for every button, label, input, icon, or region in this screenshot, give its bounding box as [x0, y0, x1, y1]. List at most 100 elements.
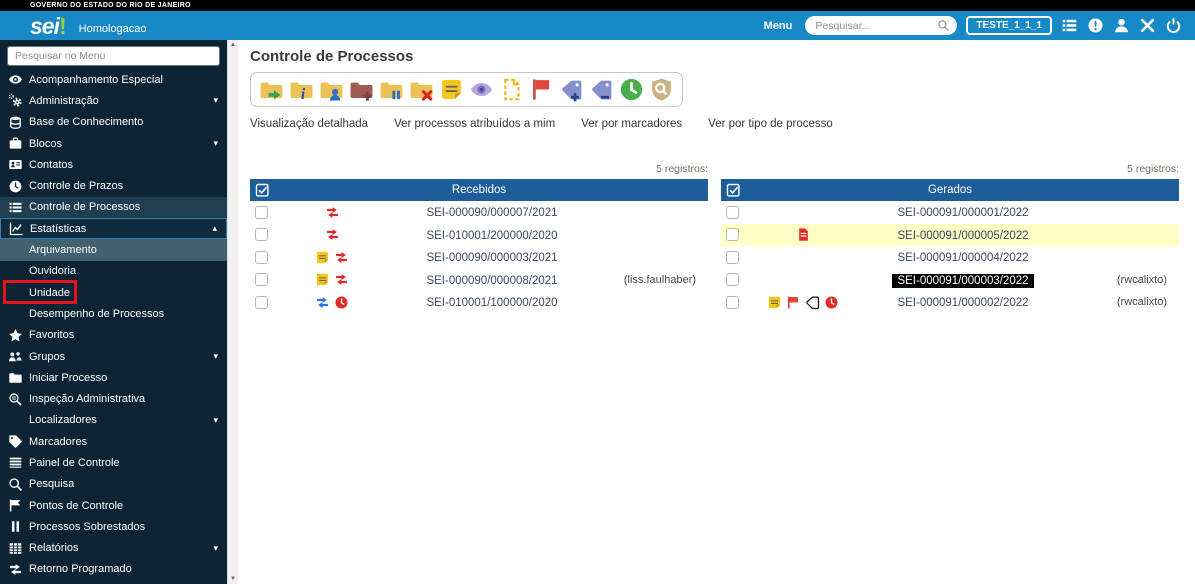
process-link[interactable]: SEI-000090/000008/2021	[426, 275, 557, 287]
sidebar-item-pesquisa[interactable]: Pesquisa	[0, 474, 227, 495]
process-link[interactable]: SEI-000091/000003/2022	[892, 273, 1034, 288]
sidebar-scrollbar[interactable]: ▲ ▼	[227, 40, 238, 584]
red-return-icon[interactable]	[334, 250, 349, 265]
red-flag-icon[interactable]	[786, 295, 801, 310]
sidebar-item-contatos[interactable]: Contatos	[0, 154, 227, 175]
inspection-shield-button[interactable]	[648, 76, 675, 103]
sidebar-item-favoritos[interactable]: Favoritos	[0, 325, 227, 346]
assign-process-button[interactable]	[318, 76, 345, 103]
returned-document-icon[interactable]	[796, 227, 811, 242]
user-icon[interactable]	[1113, 17, 1130, 34]
sidebar-item-retorno-programado[interactable]: Retorno Programado	[0, 559, 227, 580]
sidebar-item-textos-padrao[interactable]: Textos Padrão	[0, 580, 227, 584]
sidebar-item-label: Desempenho de Processos	[29, 307, 165, 320]
contact-card-icon	[8, 157, 23, 172]
add-to-block-button[interactable]	[348, 76, 375, 103]
sidebar-item-desempenho-de-processos[interactable]: Desempenho de Processos	[0, 303, 227, 324]
blue-return-icon[interactable]	[315, 295, 330, 310]
sidebar-item-painel-de-controle[interactable]: Painel de Controle	[0, 452, 227, 473]
annotation-button[interactable]	[438, 76, 465, 103]
sidebar-item-pontos-de-controle[interactable]: Pontos de Controle	[0, 495, 227, 516]
checkbox-checked-icon[interactable]	[255, 183, 270, 198]
process-link[interactable]: SEI-000090/000007/2021	[426, 207, 557, 219]
sidebar-item-acompanhamento-especial[interactable]: Acompanhamento Especial	[0, 69, 227, 90]
scroll-up-icon[interactable]: ▲	[228, 42, 238, 48]
black-tag-icon[interactable]	[805, 295, 820, 310]
menu-button[interactable]: Menu	[764, 20, 793, 32]
process-link[interactable]: SEI-010001/200000/2020	[426, 230, 557, 242]
process-link[interactable]: SEI-000091/000005/2022	[897, 230, 1028, 242]
link-ver-por-marcadores[interactable]: Ver por marcadores	[581, 118, 682, 130]
row-checkbox[interactable]	[255, 205, 268, 219]
sidebar-item-estatisticas[interactable]: Estatísticas ▴	[0, 218, 227, 240]
suspend-process-button[interactable]	[378, 76, 405, 103]
row-checkbox[interactable]	[255, 228, 268, 242]
sidebar-item-blocos[interactable]: Blocos ▾	[0, 133, 227, 154]
process-link[interactable]: SEI-000091/000004/2022	[897, 252, 1028, 264]
include-document-button[interactable]	[498, 76, 525, 103]
row-checkbox[interactable]	[726, 295, 739, 309]
sidebar-item-marcadores[interactable]: Marcadores	[0, 431, 227, 452]
red-clock-icon[interactable]	[334, 295, 349, 310]
send-process-button[interactable]	[258, 76, 285, 103]
sidebar-item-label: Estatísticas	[30, 222, 87, 235]
add-marker-button[interactable]	[558, 76, 585, 103]
red-return-icon[interactable]	[334, 272, 349, 287]
remove-marker-button[interactable]	[588, 76, 615, 103]
process-info-button[interactable]: i	[288, 76, 315, 103]
link-ver-por-tipo-de-processo[interactable]: Ver por tipo de processo	[708, 118, 833, 130]
special-follow-up-button[interactable]	[468, 76, 495, 103]
link-visualizacao-detalhada[interactable]: Visualização detalhada	[250, 118, 368, 130]
link-ver-processos-atribuidos-a-mim[interactable]: Ver processos atribuídos a mim	[394, 118, 555, 130]
sidebar-item-inspecao-administrativa[interactable]: Inspeção Administrativa	[0, 388, 227, 409]
process-link[interactable]: SEI-010001/100000/2020	[426, 297, 557, 309]
sidebar-item-unidade[interactable]: Unidade	[0, 279, 227, 304]
row-checkbox[interactable]	[726, 205, 739, 219]
scroll-down-icon[interactable]: ▼	[228, 576, 238, 582]
search-magnifier-icon[interactable]	[937, 19, 950, 32]
annotation-note-icon[interactable]	[767, 295, 782, 310]
row-checkbox[interactable]	[255, 273, 268, 287]
table-header: Recebidos	[250, 179, 708, 201]
add-to-block-icon	[349, 77, 374, 102]
checkbox-checked-icon[interactable]	[726, 183, 741, 198]
alert-icon[interactable]	[1087, 17, 1104, 34]
row-checkbox[interactable]	[255, 295, 268, 309]
process-link[interactable]: SEI-000091/000001/2022	[897, 207, 1028, 219]
power-icon[interactable]	[1165, 17, 1182, 34]
process-link[interactable]: SEI-000090/000003/2021	[426, 252, 557, 264]
user-unit-button[interactable]: TESTE_1_1_1	[966, 16, 1052, 35]
sidebar-item-administracao[interactable]: Administração ▾	[0, 90, 227, 111]
sidebar-item-arquivamento[interactable]: Arquivamento	[0, 239, 227, 261]
sidebar-item-iniciar-processo[interactable]: Iniciar Processo	[0, 367, 227, 388]
sidebar-item-base-de-conhecimento[interactable]: Base de Conhecimento	[0, 112, 227, 133]
sidebar-item-localizadores[interactable]: Localizadores ▾	[0, 410, 227, 431]
sidebar-item-controle-de-processos[interactable]: Controle de Processos	[0, 196, 227, 219]
sidebar-item-label: Favoritos	[29, 329, 75, 342]
sidebar: Acompanhamento Especial Administração ▾ Bas…	[0, 40, 227, 584]
sidebar-item-grupos[interactable]: Grupos ▾	[0, 346, 227, 367]
annotation-note-icon[interactable]	[315, 250, 330, 265]
sidebar-item-controle-de-prazos[interactable]: Controle de Prazos	[0, 175, 227, 196]
sidebar-menu-search-input[interactable]	[7, 46, 220, 66]
deadline-button[interactable]	[618, 76, 645, 103]
people-icon	[8, 349, 23, 364]
row-checkbox[interactable]	[726, 228, 739, 242]
record-count: 5 registros:	[1127, 163, 1179, 175]
conclude-process-button[interactable]	[408, 76, 435, 103]
sidebar-item-processos-sobrestados[interactable]: Processos Sobrestados	[0, 516, 227, 537]
red-clock-icon[interactable]	[824, 295, 839, 310]
red-return-icon[interactable]	[325, 205, 340, 220]
control-point-button[interactable]	[528, 76, 555, 103]
sidebar-item-relatorios[interactable]: Relatórios ▾	[0, 538, 227, 559]
header-search-input[interactable]	[805, 16, 958, 36]
row-checkbox[interactable]	[255, 250, 268, 264]
row-checkbox[interactable]	[726, 250, 739, 264]
process-link[interactable]: SEI-000091/000002/2022	[897, 297, 1028, 309]
annotation-note-icon[interactable]	[315, 272, 330, 287]
sidebar-item-ouvidoria[interactable]: Ouvidoria	[0, 261, 227, 282]
row-checkbox[interactable]	[726, 273, 739, 287]
red-return-icon[interactable]	[325, 227, 340, 242]
tools-icon[interactable]	[1139, 17, 1156, 34]
grid-list-icon[interactable]	[1061, 17, 1078, 34]
